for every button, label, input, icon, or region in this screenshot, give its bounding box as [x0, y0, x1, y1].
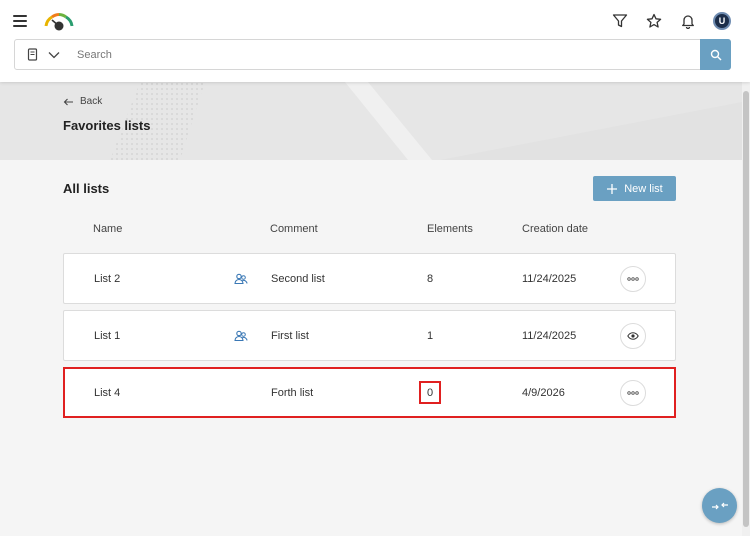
- list-elements-count: 1: [427, 329, 434, 342]
- search-type-selector[interactable]: [15, 40, 67, 69]
- collapse-arrows-icon: [711, 502, 728, 509]
- collapse-button[interactable]: [702, 488, 737, 523]
- list-row[interactable]: List 4 Forth list 0 4/9/2026: [63, 367, 676, 418]
- list-comment: Forth list: [271, 386, 314, 399]
- new-list-button[interactable]: New list: [593, 176, 676, 201]
- search-button[interactable]: [700, 39, 731, 70]
- page-header-banner: Back Favorites lists: [0, 82, 742, 160]
- hamburger-icon[interactable]: [13, 14, 27, 28]
- shared-users-icon: [234, 254, 248, 303]
- more-icon: [627, 276, 639, 281]
- list-row[interactable]: List 2 Second list 8 11/24/2025: [63, 253, 676, 304]
- arrow-left-icon: [63, 98, 73, 105]
- avatar: U: [713, 12, 731, 30]
- scrollbar[interactable]: [742, 82, 750, 536]
- bell-icon[interactable]: [678, 11, 698, 31]
- eye-icon: [627, 331, 639, 340]
- list-name: List 4: [94, 386, 121, 399]
- back-label: Back: [80, 96, 103, 107]
- more-options-button[interactable]: [620, 265, 646, 292]
- column-header-creation-date[interactable]: Creation date: [522, 223, 588, 235]
- chevron-down-icon: [48, 51, 60, 58]
- view-list-button[interactable]: [620, 322, 646, 349]
- more-options-button[interactable]: [620, 379, 646, 406]
- top-bar: U: [0, 0, 750, 82]
- book-icon: [27, 48, 38, 61]
- shared-users-icon: [234, 311, 248, 360]
- column-header-name[interactable]: Name: [93, 223, 122, 235]
- list-row[interactable]: List 1 First list 1 11/24/2025: [63, 310, 676, 361]
- page-title: Favorites lists: [63, 118, 151, 133]
- list-comment: First list: [271, 329, 309, 342]
- back-link[interactable]: Back: [63, 96, 102, 107]
- list-comment: Second list: [271, 272, 325, 285]
- star-icon[interactable]: [644, 11, 664, 31]
- column-header-elements[interactable]: Elements: [427, 223, 473, 235]
- section-title: All lists: [63, 181, 110, 196]
- gauge-logo-icon[interactable]: [42, 12, 76, 32]
- filter-icon[interactable]: [610, 11, 630, 31]
- list-elements-count: 0: [427, 386, 434, 399]
- new-list-label: New list: [624, 182, 663, 195]
- list-creation-date: 11/24/2025: [522, 329, 577, 342]
- list-name: List 1: [94, 329, 121, 342]
- search-icon: [710, 49, 721, 60]
- list-creation-date: 11/24/2025: [522, 272, 577, 285]
- search-bar: [14, 39, 731, 70]
- more-icon: [627, 390, 639, 395]
- list-creation-date: 4/9/2026: [522, 386, 565, 399]
- user-avatar-icon[interactable]: U: [712, 11, 732, 31]
- column-header-comment[interactable]: Comment: [270, 223, 318, 235]
- search-input[interactable]: [67, 40, 700, 69]
- plus-icon: [607, 183, 618, 194]
- scrollbar-thumb[interactable]: [743, 91, 749, 527]
- list-name: List 2: [94, 272, 121, 285]
- list-elements-count: 8: [427, 272, 434, 285]
